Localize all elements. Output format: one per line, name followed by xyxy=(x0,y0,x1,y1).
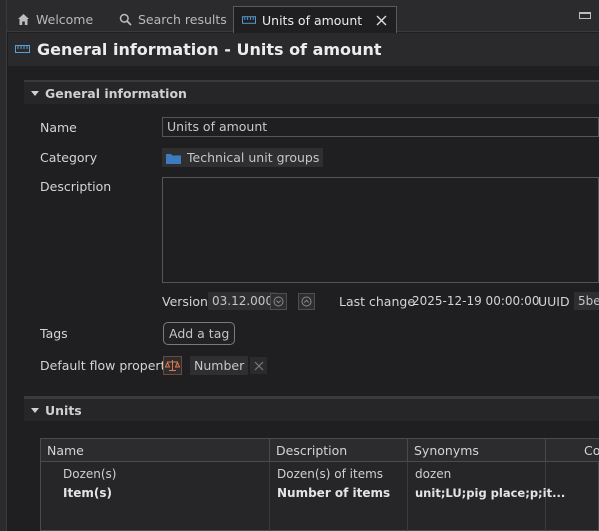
close-icon[interactable] xyxy=(374,13,388,27)
unit-description-cell: Number of items xyxy=(277,486,391,500)
column-divider xyxy=(269,462,270,531)
page-title: General information - Units of amount xyxy=(37,40,382,59)
units-table: Name Description Synonyms Co Dozen(s) Do… xyxy=(40,438,599,531)
minimize-icon[interactable] xyxy=(579,12,591,19)
unit-synonyms-cell: unit;LU;pig place;p;it... xyxy=(415,486,566,500)
column-divider xyxy=(407,462,408,531)
arrow-up-icon xyxy=(301,296,312,307)
description-textarea[interactable] xyxy=(162,177,599,283)
description-label: Description xyxy=(40,179,112,194)
tab-welcome-label: Welcome xyxy=(36,11,94,27)
unit-name-cell: Dozen(s) xyxy=(63,467,117,481)
search-icon xyxy=(118,12,132,26)
editor-area: General information - Units of amount Ge… xyxy=(8,33,599,531)
category-value: Technical unit groups xyxy=(187,150,320,165)
remove-flow-property-button[interactable] xyxy=(250,357,267,374)
tab-units-of-amount-label: Units of amount xyxy=(262,12,363,28)
editor-tab-bar: Welcome Search results Units of amount xyxy=(0,0,599,531)
ruler-icon xyxy=(242,13,256,27)
units-table-header: Name Description Synonyms Co xyxy=(41,439,599,462)
uuid-value: 5bel xyxy=(574,292,599,310)
column-header-name[interactable]: Name xyxy=(41,439,270,462)
editor-header: General information - Units of amount xyxy=(8,33,599,66)
last-change-label: Last change xyxy=(339,294,416,309)
unit-description-cell: Dozen(s) of items xyxy=(277,467,384,481)
unit-name-cell: Item(s) xyxy=(63,486,112,500)
arrow-down-icon xyxy=(273,296,284,307)
tab-welcome[interactable]: Welcome xyxy=(8,6,101,32)
name-field[interactable]: Units of amount xyxy=(162,117,599,137)
default-flow-property-label: Default flow property xyxy=(40,358,173,373)
column-header-conversion[interactable]: Co xyxy=(546,439,599,462)
version-down-button[interactable] xyxy=(270,293,287,310)
folder-icon xyxy=(166,153,181,164)
section-header-general[interactable]: General information xyxy=(24,82,599,104)
version-label: Version xyxy=(162,294,208,309)
ruler-icon xyxy=(15,43,30,57)
category-link[interactable]: Technical unit groups xyxy=(162,148,324,167)
home-icon xyxy=(16,12,30,26)
name-label: Name xyxy=(40,120,77,135)
tags-label: Tags xyxy=(40,326,68,341)
tab-units-of-amount[interactable]: Units of amount xyxy=(233,6,398,33)
column-header-synonyms[interactable]: Synonyms xyxy=(408,439,546,462)
section-title-units: Units xyxy=(45,402,82,418)
close-icon xyxy=(254,361,263,370)
tab-search-results-label: Search results xyxy=(138,11,227,27)
category-label: Category xyxy=(40,150,98,165)
version-up-button[interactable] xyxy=(298,293,315,310)
flow-property-link[interactable] xyxy=(163,356,182,375)
uuid-label: UUID xyxy=(538,294,570,309)
section-header-units[interactable]: Units xyxy=(24,399,599,421)
unit-synonyms-cell: dozen xyxy=(415,467,452,481)
scale-icon xyxy=(165,360,180,371)
tab-search-results[interactable]: Search results xyxy=(110,6,235,32)
version-value: 03.12.000 xyxy=(208,292,278,310)
collapse-triangle-icon[interactable] xyxy=(31,90,39,96)
column-header-description[interactable]: Description xyxy=(270,439,408,462)
last-change-value: 2025-12-19 00:00:00 xyxy=(412,294,540,308)
add-tag-button[interactable]: Add a tag xyxy=(163,322,236,345)
left-gutter xyxy=(0,0,7,531)
collapse-triangle-icon[interactable] xyxy=(31,407,39,413)
section-title-general: General information xyxy=(45,85,187,101)
default-flow-property-value[interactable]: Number xyxy=(190,356,249,375)
